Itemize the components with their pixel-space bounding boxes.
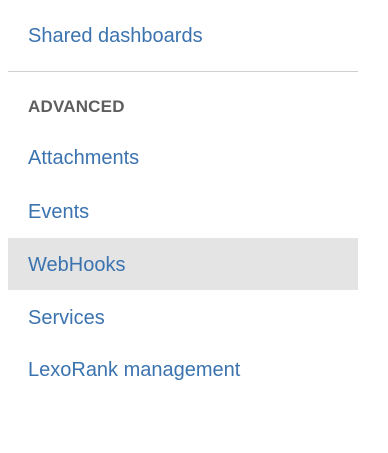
- nav-item-lexorank-management[interactable]: LexoRank management: [8, 360, 358, 384]
- nav-item-attachments[interactable]: Attachments: [8, 148, 358, 172]
- nav-item-services[interactable]: Services: [8, 308, 358, 332]
- section-heading-advanced: ADVANCED: [28, 97, 125, 116]
- nav-item-events[interactable]: Events: [8, 202, 358, 226]
- admin-sidebar-nav: Shared dashboards ADVANCED Attachments E…: [0, 0, 388, 453]
- nav-item-shared-dashboards[interactable]: Shared dashboards: [8, 26, 358, 52]
- nav-divider: [8, 71, 358, 72]
- nav-item-webhooks[interactable]: WebHooks: [8, 238, 358, 290]
